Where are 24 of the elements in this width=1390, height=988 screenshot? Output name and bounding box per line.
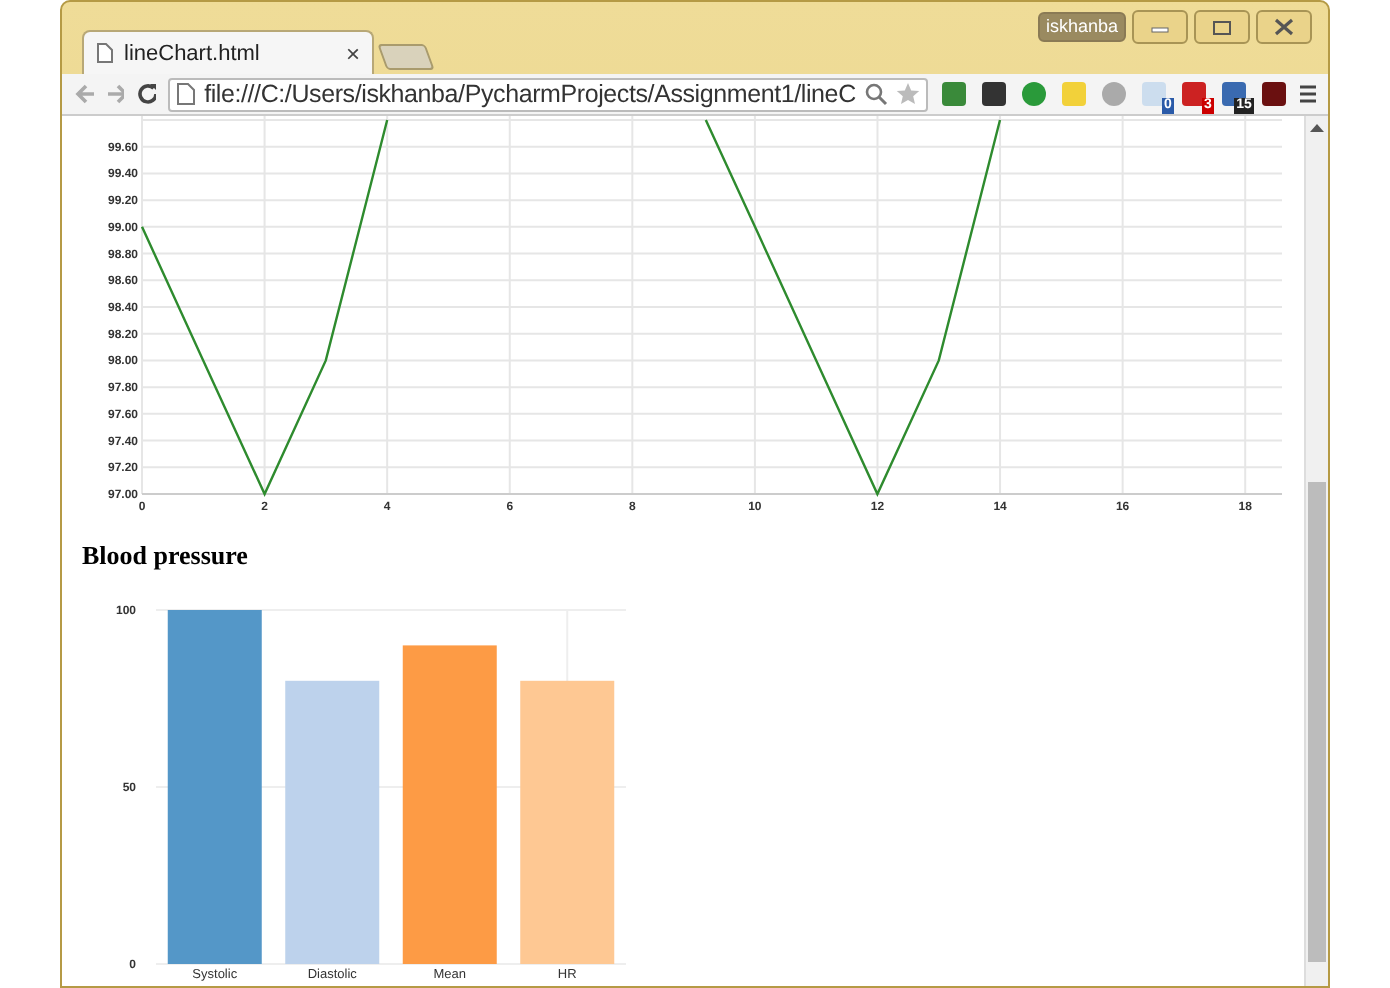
minimize-button[interactable] — [1132, 10, 1188, 44]
page-icon — [96, 42, 114, 64]
forward-icon[interactable] — [105, 82, 125, 106]
back-icon[interactable] — [74, 82, 94, 106]
maximize-button[interactable] — [1194, 10, 1250, 44]
search-icon[interactable] — [863, 82, 888, 106]
extension-icon[interactable] — [1259, 80, 1288, 108]
close-icon — [1274, 18, 1294, 36]
address-bar[interactable]: file:///C:/Users/iskhanba/PycharmProjects/Assignment1/lineC — [168, 77, 928, 111]
minimize-icon — [1150, 21, 1170, 33]
maximize-icon — [1212, 19, 1232, 35]
tab-title: lineChart.html — [124, 41, 262, 65]
scrollbar[interactable] — [1304, 116, 1328, 986]
browser-tab[interactable]: lineChart.html × — [82, 30, 374, 74]
new-tab-button[interactable] — [377, 44, 435, 70]
star-icon[interactable] — [895, 82, 920, 106]
extension-icon[interactable] — [979, 80, 1008, 108]
close-button[interactable] — [1256, 10, 1312, 44]
tab-close-button[interactable]: × — [345, 39, 360, 67]
scroll-up-icon[interactable] — [1310, 122, 1324, 134]
reload-icon[interactable] — [136, 82, 157, 106]
menu-icon[interactable] — [1299, 84, 1316, 104]
page-icon — [176, 82, 197, 106]
chart-title: Blood pressure — [82, 540, 250, 573]
